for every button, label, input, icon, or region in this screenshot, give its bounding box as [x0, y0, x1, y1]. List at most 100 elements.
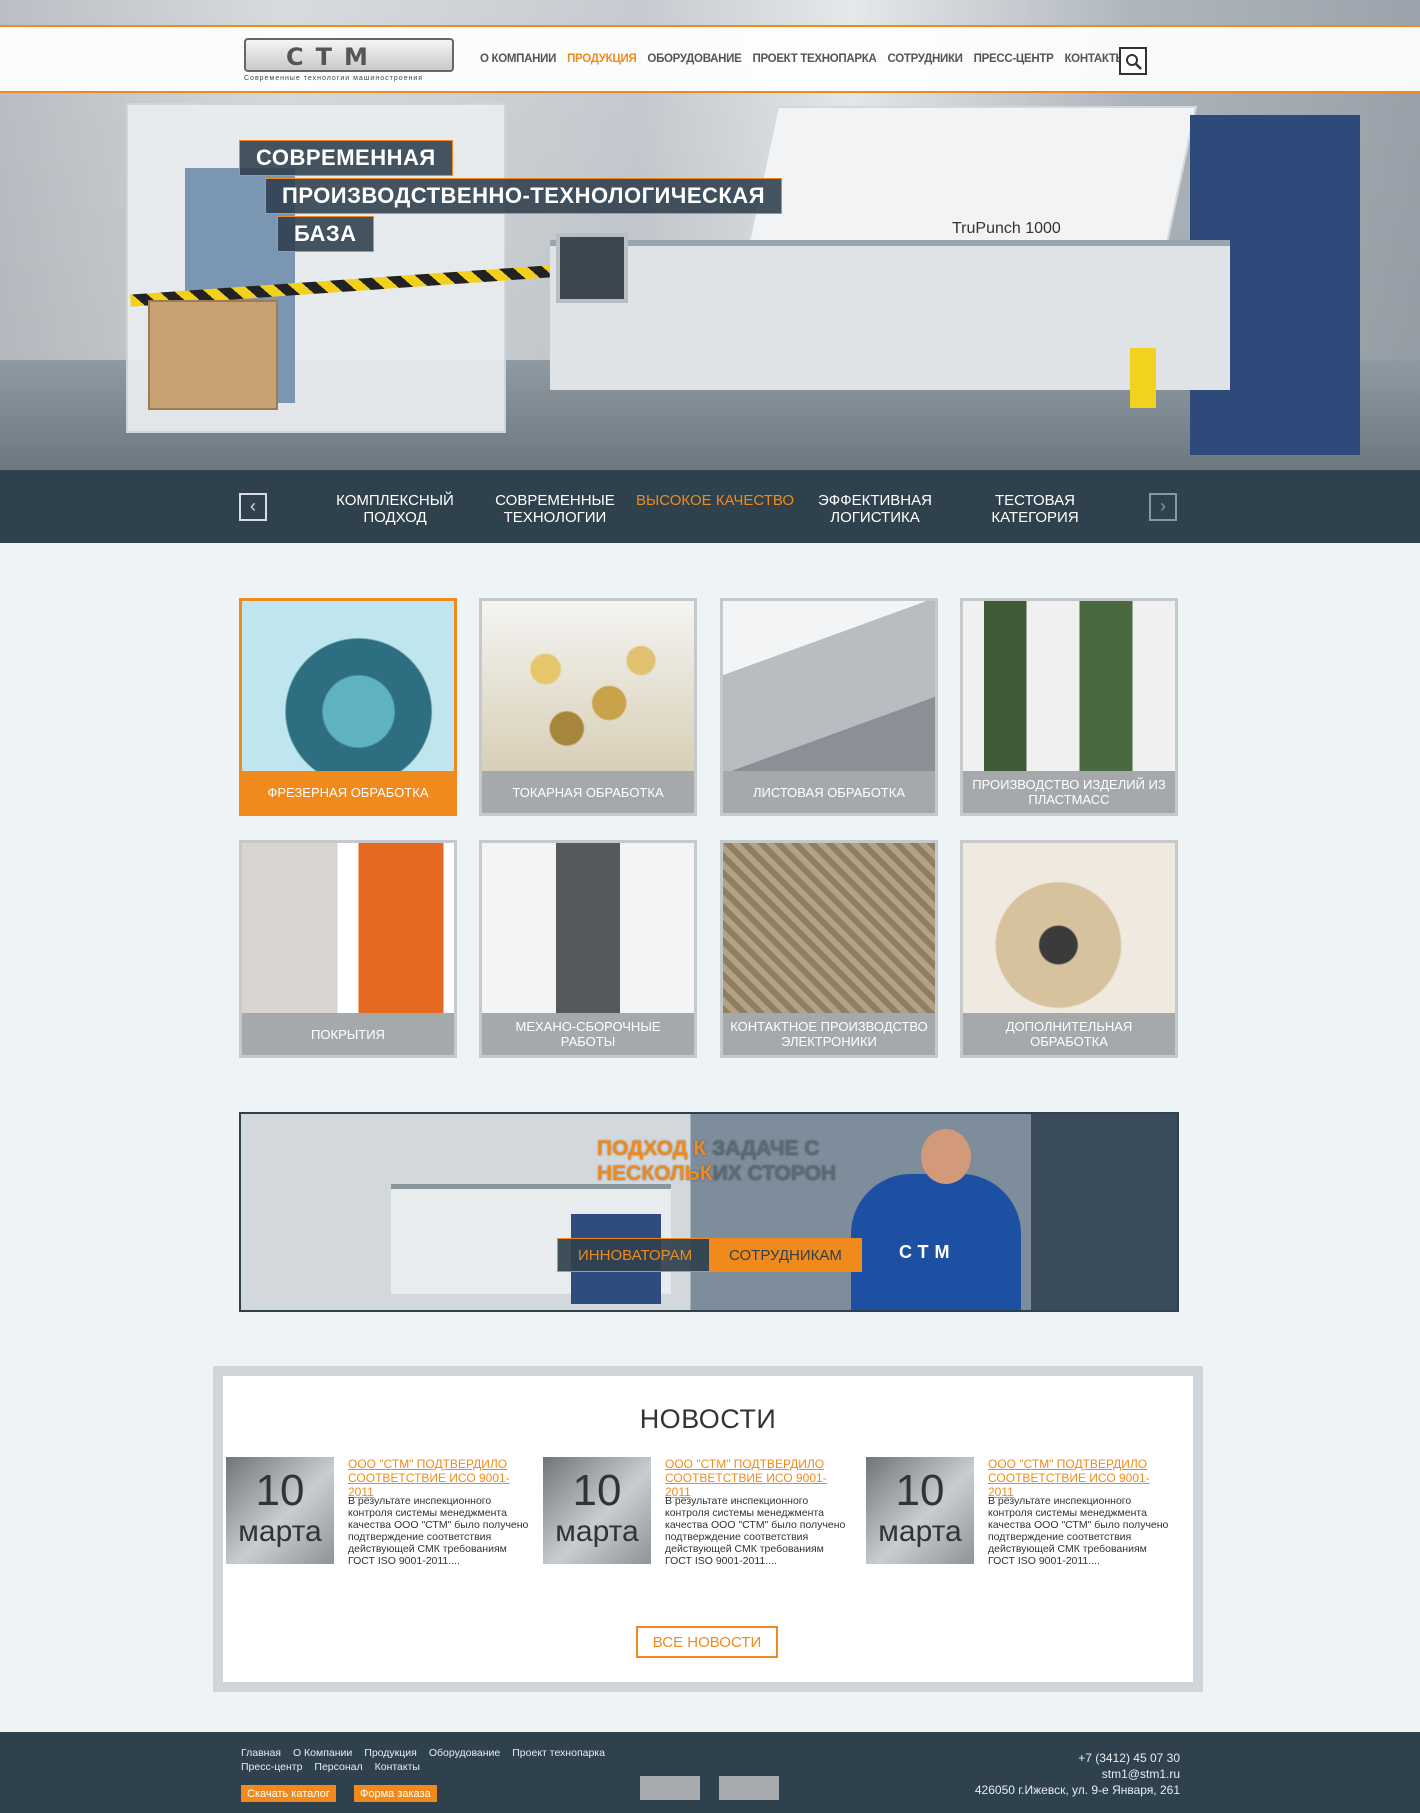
news-link[interactable]: ООО "СТМ" ПОДТВЕРДИЛО СООТВЕТСТВИЕ ИСО 9… [348, 1457, 533, 1499]
hero-machine-table [550, 240, 1230, 390]
hero-slogan-line-3: БАЗА [277, 216, 374, 252]
chevron-left-icon[interactable]: ‹ [239, 493, 267, 521]
service-label: ДОПОЛНИТЕЛЬНАЯ ОБРАБОТКА [963, 1013, 1175, 1055]
promo-title-gray-2: ИХ СТОРОН [712, 1162, 837, 1185]
site-logo[interactable]: СТМ Современные технологии машиностроени… [244, 38, 454, 84]
service-image [963, 601, 1175, 771]
tab-modern-technologies[interactable]: СОВРЕМЕННЫЕ ТЕХНОЛОГИИ [475, 492, 635, 526]
hero-slogan-line-1: СОВРЕМЕННАЯ [239, 140, 453, 176]
logo-tagline: Современные технологии машиностроения [244, 75, 424, 82]
service-image [242, 843, 454, 1013]
news-month: марта [878, 1515, 962, 1548]
news-title: НОВОСТИ [639, 1404, 777, 1434]
news-link[interactable]: ООО "СТМ" ПОДТВЕРДИЛО СООТВЕТСТВИЕ ИСО 9… [988, 1457, 1173, 1499]
download-catalog-button[interactable]: Скачать каталог [241, 1785, 336, 1802]
service-card-turning[interactable]: ТОКАРНАЯ ОБРАБОТКА [479, 598, 697, 816]
hero-slogan-line-2: ПРОИЗВОДСТВЕННО-ТЕХНОЛОГИЧЕСКАЯ [265, 178, 783, 214]
promo-title: ПОДХОД К ЗАДАЧЕ С НЕСКОЛЬКИХ СТОРОН [597, 1136, 836, 1186]
promo-banner: СТМ ПОДХОД К ЗАДАЧЕ С НЕСКОЛЬКИХ СТОРОН … [239, 1112, 1179, 1312]
service-card-milling[interactable]: ФРЕЗЕРНАЯ ОБРАБОТКА [239, 598, 457, 816]
search-button[interactable] [1119, 47, 1147, 75]
nav-technopark[interactable]: ПРОЕКТ ТЕХНОПАРКА [752, 53, 876, 65]
order-form-button[interactable]: Форма заказа [354, 1785, 437, 1802]
news-date-thumb: 10 марта [866, 1457, 974, 1564]
nav-press[interactable]: ПРЕСС-ЦЕНТР [974, 53, 1054, 65]
service-image [482, 601, 694, 771]
service-card-plastics[interactable]: ПРОИЗВОДСТВО ИЗДЕЛИЙ ИЗ ПЛАСТМАСС [960, 598, 1178, 816]
jacket-logo: СТМ [899, 1242, 956, 1262]
nav-equipment[interactable]: ОБОРУДОВАНИЕ [647, 53, 741, 65]
news-text: В результате инспекционного контроля сис… [665, 1495, 846, 1567]
tab-high-quality[interactable]: ВЫСОКОЕ КАЧЕСТВО [635, 492, 795, 526]
chevron-right-icon[interactable]: › [1149, 493, 1177, 521]
footer-link-about[interactable]: О Компании [293, 1747, 352, 1759]
promo-title-orange-1: ПОДХОД К [597, 1137, 707, 1160]
service-card-coatings[interactable]: ПОКРЫТИЯ [239, 840, 457, 1058]
service-label: ФРЕЗЕРНАЯ ОБРАБОТКА [242, 771, 454, 813]
news-item: 10 марта ООО "СТМ" ПОДТВЕРДИЛО СООТВЕТСТ… [866, 1457, 1171, 1567]
service-label: ЛИСТОВАЯ ОБРАБОТКА [723, 771, 935, 813]
tab-effective-logistics[interactable]: ЭФФЕКТИВНАЯ ЛОГИСТИКА [795, 492, 955, 526]
footer-link-press[interactable]: Пресс-центр [241, 1761, 302, 1773]
nav-about[interactable]: О КОМПАНИИ [480, 53, 556, 65]
service-image [482, 843, 694, 1013]
footer-link-staff[interactable]: Персонал [314, 1761, 362, 1773]
footer-address: 426050 г.Ижевск, ул. 9-е Января, 261 [974, 1783, 1180, 1797]
news-day: 10 [255, 1466, 305, 1515]
hero-control-panel [556, 233, 628, 303]
hero-cardboard-box [148, 300, 278, 410]
employees-button[interactable]: СОТРУДНИКАМ [709, 1238, 862, 1272]
news-section: НОВОСТИ 10 марта ООО "СТМ" ПОДТВЕРДИЛО С… [213, 1366, 1203, 1692]
news-month: марта [555, 1515, 639, 1548]
footer-phone[interactable]: +7 (3412) 45 07 30 [975, 1750, 1180, 1766]
service-card-electronics[interactable]: КОНТАКТНОЕ ПРОИЗВОДСТВО ЭЛЕКТРОНИКИ [720, 840, 938, 1058]
footer-links: Главная О Компании Продукция Оборудовани… [241, 1747, 621, 1773]
news-item: 10 марта ООО "СТМ" ПОДТВЕРДИЛО СООТВЕТСТ… [543, 1457, 848, 1567]
news-month: марта [238, 1515, 322, 1548]
tab-complex-approach[interactable]: КОМПЛЕКСНЫЙ ПОДХОД [315, 492, 475, 526]
footer-link-home[interactable]: Главная [241, 1747, 281, 1759]
news-link[interactable]: ООО "СТМ" ПОДТВЕРДИЛО СООТВЕТСТВИЕ ИСО 9… [665, 1457, 850, 1499]
hero-yellow-pillar [1130, 348, 1156, 408]
nav-products[interactable]: ПРОДУКЦИЯ [567, 53, 637, 65]
hero-banner: TruPunch 1000 СТМ Современные технологии… [0, 0, 1420, 470]
news-date-thumb: 10 марта [226, 1457, 334, 1564]
news-day: 10 [895, 1466, 945, 1515]
footer-email[interactable]: stm1@stm1.ru [975, 1766, 1180, 1782]
footer: Главная О Компании Продукция Оборудовани… [0, 1732, 1420, 1813]
footer-link-contacts[interactable]: Контакты [375, 1761, 420, 1773]
promo-machine-right [1031, 1114, 1177, 1310]
service-image [963, 843, 1175, 1013]
innovators-button[interactable]: ИННОВАТОРАМ [557, 1238, 714, 1272]
footer-link-equipment[interactable]: Оборудование [429, 1747, 500, 1759]
service-card-assembly[interactable]: МЕХАНО-СБОРОЧНЫЕ РАБОТЫ [479, 840, 697, 1058]
nav-contacts[interactable]: КОНТАКТЫ [1064, 53, 1126, 65]
news-date-thumb: 10 марта [543, 1457, 651, 1564]
footer-contacts: +7 (3412) 45 07 30 stm1@stm1.ru 426050 г… [975, 1750, 1180, 1798]
service-card-extra[interactable]: ДОПОЛНИТЕЛЬНАЯ ОБРАБОТКА [960, 840, 1178, 1058]
main-nav: О КОМПАНИИ ПРОДУКЦИЯ ОБОРУДОВАНИЕ ПРОЕКТ… [480, 53, 1127, 65]
service-label: ПРОИЗВОДСТВО ИЗДЕЛИЙ ИЗ ПЛАСТМАСС [963, 771, 1175, 813]
news-day: 10 [572, 1466, 622, 1515]
news-item: 10 марта ООО "СТМ" ПОДТВЕРДИЛО СООТВЕТСТ… [226, 1457, 531, 1567]
nav-staff[interactable]: СОТРУДНИКИ [888, 53, 963, 65]
social-button[interactable] [640, 1776, 700, 1800]
news-text: В результате инспекционного контроля сис… [348, 1495, 529, 1567]
tab-test-category[interactable]: ТЕСТОВАЯ КАТЕГОРИЯ [955, 492, 1115, 526]
service-label: МЕХАНО-СБОРОЧНЫЕ РАБОТЫ [482, 1013, 694, 1055]
service-card-sheet[interactable]: ЛИСТОВАЯ ОБРАБОТКА [720, 598, 938, 816]
footer-link-technopark[interactable]: Проект технопарка [512, 1747, 605, 1759]
social-button[interactable] [719, 1776, 779, 1800]
feature-tab-bar: ‹ КОМПЛЕКСНЫЙ ПОДХОД СОВРЕМЕННЫЕ ТЕХНОЛО… [0, 470, 1420, 543]
service-image [723, 601, 935, 771]
logo-plate: СТМ [244, 38, 454, 72]
search-icon [1126, 54, 1142, 70]
service-image [723, 843, 935, 1013]
service-label: ТОКАРНАЯ ОБРАБОТКА [482, 771, 694, 813]
all-news-button[interactable]: ВСЕ НОВОСТИ [636, 1626, 778, 1658]
service-label: ПОКРЫТИЯ [242, 1013, 454, 1055]
footer-link-products[interactable]: Продукция [364, 1747, 417, 1759]
feature-tabs: КОМПЛЕКСНЫЙ ПОДХОД СОВРЕМЕННЫЕ ТЕХНОЛОГИ… [315, 492, 1115, 526]
promo-title-gray-1: ЗАДАЧЕ С [706, 1137, 820, 1160]
service-label: КОНТАКТНОЕ ПРОИЗВОДСТВО ЭЛЕКТРОНИКИ [723, 1013, 935, 1055]
